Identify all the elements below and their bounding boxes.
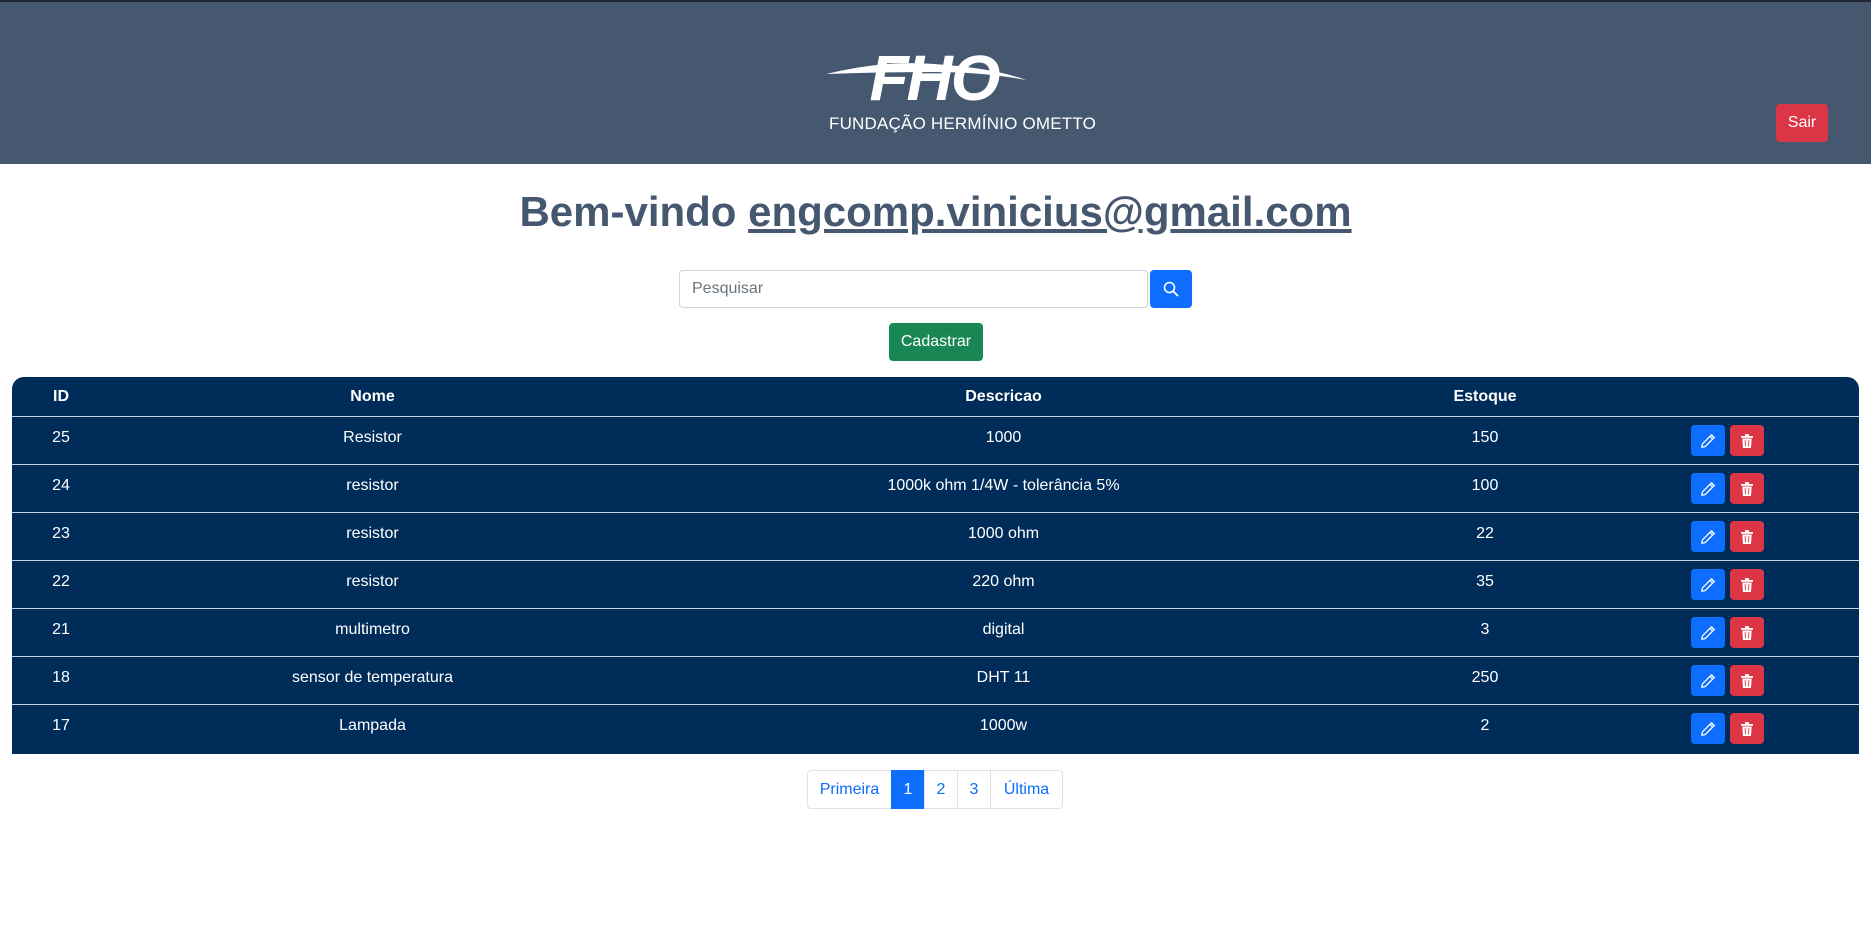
table-row: 24 resistor 1000k ohm 1/4W - tolerância …: [12, 465, 1859, 513]
pencil-icon: [1701, 721, 1715, 736]
cell-descricao: 1000 ohm: [967, 525, 1040, 542]
cell-nome: Lampada: [339, 717, 406, 734]
search-button[interactable]: [1150, 270, 1192, 308]
cell-estoque: 3: [1480, 621, 1490, 638]
cell-id: 22: [52, 573, 70, 590]
pagination-page-2[interactable]: 2: [924, 770, 958, 809]
pagination-page-1[interactable]: 1: [891, 770, 925, 809]
user-email-link[interactable]: engcomp.vinicius@gmail.com: [748, 188, 1351, 235]
edit-button[interactable]: [1691, 425, 1725, 456]
pagination-last[interactable]: Última: [990, 770, 1063, 809]
cell-estoque: 2: [1480, 717, 1490, 734]
fho-logo: FHO FUNDAÇÃO HERMÍNIO OMETTO: [824, 42, 1097, 136]
pencil-icon: [1701, 625, 1715, 640]
table-row: 21 multimetro digital 3: [12, 609, 1859, 657]
delete-button[interactable]: [1730, 425, 1764, 456]
trash-icon: [1741, 481, 1753, 496]
edit-button[interactable]: [1691, 569, 1725, 600]
table-row: 23 resistor 1000 ohm 22: [12, 513, 1859, 561]
logo-subtitle: FUNDAÇÃO HERMÍNIO OMETTO: [829, 114, 1097, 133]
cell-estoque: 22: [1476, 525, 1494, 542]
search-input[interactable]: [679, 270, 1148, 308]
delete-button[interactable]: [1730, 473, 1764, 504]
column-header-estoque: Estoque: [1453, 388, 1517, 405]
trash-icon: [1741, 673, 1753, 688]
cell-estoque: 100: [1471, 477, 1499, 494]
cell-nome: resistor: [346, 525, 399, 542]
cell-estoque: 150: [1471, 429, 1499, 446]
cell-id: 17: [52, 717, 70, 734]
edit-button[interactable]: [1691, 617, 1725, 648]
welcome-heading: Bem-vindo engcomp.vinicius@gmail.com: [0, 188, 1871, 236]
cell-descricao: 1000w: [979, 717, 1028, 734]
delete-button[interactable]: [1730, 521, 1764, 552]
trash-icon: [1741, 433, 1753, 448]
pagination: Primeira 1 2 3 Última: [807, 770, 1063, 809]
table-row: 22 resistor 220 ohm 35: [12, 561, 1859, 609]
products-table: ID Nome Descricao Estoque 25 Resistor 10…: [12, 377, 1859, 754]
cell-estoque: 250: [1471, 669, 1499, 686]
welcome-prefix: Bem-vindo: [519, 188, 737, 235]
column-header-nome: Nome: [350, 388, 395, 405]
edit-button[interactable]: [1691, 713, 1725, 744]
pencil-icon: [1701, 673, 1715, 688]
pagination-first[interactable]: Primeira: [807, 770, 892, 809]
cell-descricao: 1000: [985, 429, 1022, 446]
edit-button[interactable]: [1691, 665, 1725, 696]
pencil-icon: [1701, 577, 1715, 592]
column-header-descricao: Descricao: [965, 388, 1042, 405]
trash-icon: [1741, 577, 1753, 592]
svg-text:FHO: FHO: [869, 42, 999, 110]
logout-button[interactable]: Sair: [1776, 104, 1828, 142]
top-header: FHO FUNDAÇÃO HERMÍNIO OMETTO Sair: [0, 2, 1871, 164]
cell-descricao: DHT 11: [976, 669, 1031, 686]
cell-id: 18: [52, 669, 70, 686]
trash-icon: [1741, 529, 1753, 544]
register-button[interactable]: Cadastrar: [889, 323, 983, 361]
cell-nome: sensor de temperatura: [292, 669, 453, 686]
pagination-page-3[interactable]: 3: [957, 770, 991, 809]
table-row: 25 Resistor 1000 150: [12, 417, 1859, 465]
pencil-icon: [1701, 481, 1715, 496]
edit-button[interactable]: [1691, 521, 1725, 552]
cell-id: 23: [52, 525, 70, 542]
table-header: ID Nome Descricao Estoque: [12, 377, 1859, 417]
trash-icon: [1741, 625, 1753, 640]
pencil-icon: [1701, 529, 1715, 544]
delete-button[interactable]: [1730, 569, 1764, 600]
search-icon: [1163, 281, 1179, 297]
table-row: 18 sensor de temperatura DHT 11 250: [12, 657, 1859, 705]
cell-nome: multimetro: [335, 621, 410, 638]
table-row: 17 Lampada 1000w 2: [12, 705, 1859, 753]
cell-nome: resistor: [346, 477, 399, 494]
edit-button[interactable]: [1691, 473, 1725, 504]
cell-id: 24: [52, 477, 70, 494]
cell-nome: Resistor: [343, 429, 402, 446]
cell-id: 25: [52, 429, 70, 446]
fho-logo-mark: FHO: [826, 42, 1026, 110]
pencil-icon: [1701, 433, 1715, 448]
cell-nome: resistor: [346, 573, 399, 590]
column-header-id: ID: [53, 388, 69, 405]
cell-descricao: 1000k ohm 1/4W - tolerância 5%: [887, 477, 1120, 494]
delete-button[interactable]: [1730, 665, 1764, 696]
delete-button[interactable]: [1730, 617, 1764, 648]
trash-icon: [1741, 721, 1753, 736]
cell-descricao: digital: [982, 621, 1025, 638]
cell-id: 21: [52, 621, 70, 638]
cell-estoque: 35: [1476, 573, 1494, 590]
cell-descricao: 220 ohm: [972, 573, 1035, 590]
delete-button[interactable]: [1730, 713, 1764, 744]
